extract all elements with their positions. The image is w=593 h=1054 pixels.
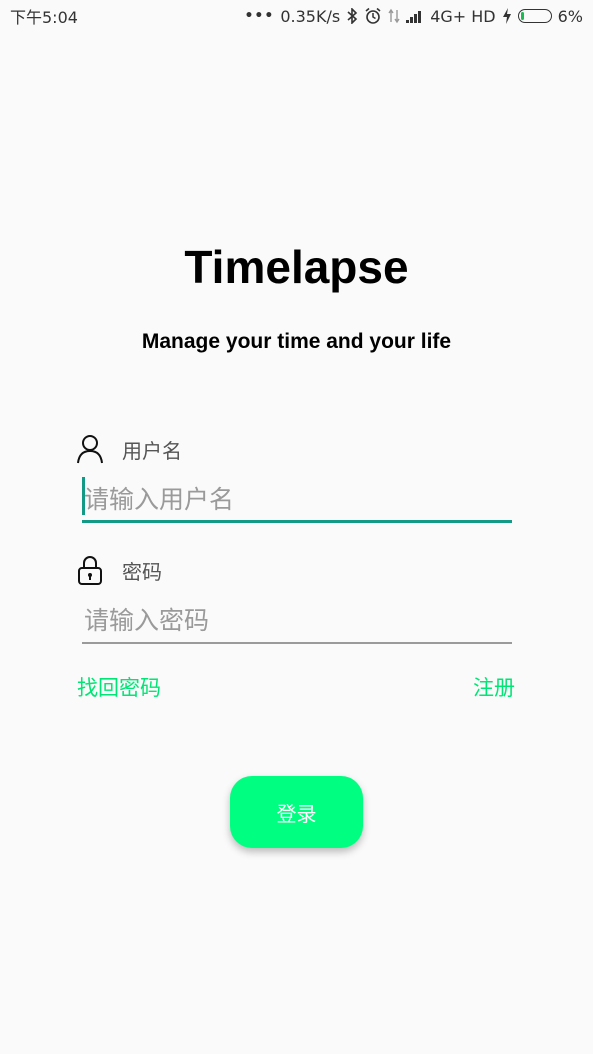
battery-icon [517, 9, 552, 23]
status-bar: 下午5:04 ••• 0.35K/s 4G+ HD 6% [0, 0, 593, 32]
text-cursor [82, 477, 85, 515]
lock-icon [76, 555, 104, 585]
user-icon [76, 434, 104, 464]
app-title: Timelapse [184, 241, 409, 293]
charging-icon [502, 8, 512, 24]
password-input[interactable] [82, 598, 512, 642]
data-arrows-icon [388, 8, 400, 24]
login-button[interactable]: 登录 [230, 776, 363, 848]
status-time: 下午5:04 [10, 8, 78, 27]
username-input[interactable] [82, 477, 512, 521]
app-subtitle: Manage your time and your life [141, 330, 452, 353]
register-link[interactable]: 注册 [473, 672, 515, 702]
alarm-icon [364, 7, 382, 25]
username-field-wrap [82, 477, 512, 523]
username-label-row: 用户名 [76, 434, 182, 464]
signal-icon [406, 9, 424, 23]
bluetooth-icon [346, 8, 358, 24]
more-dots-icon: ••• [244, 8, 275, 24]
forgot-password-link[interactable]: 找回密码 [77, 672, 161, 702]
network-speed: 0.35K/s [280, 6, 341, 26]
password-underline [82, 642, 512, 644]
password-label: 密码 [122, 559, 162, 584]
username-label: 用户名 [122, 438, 182, 463]
password-field-wrap [82, 598, 512, 644]
username-underline [82, 520, 512, 523]
battery-percent: 6% [557, 6, 583, 26]
network-type: 4G+ HD [430, 6, 496, 26]
password-label-row: 密码 [76, 555, 162, 585]
